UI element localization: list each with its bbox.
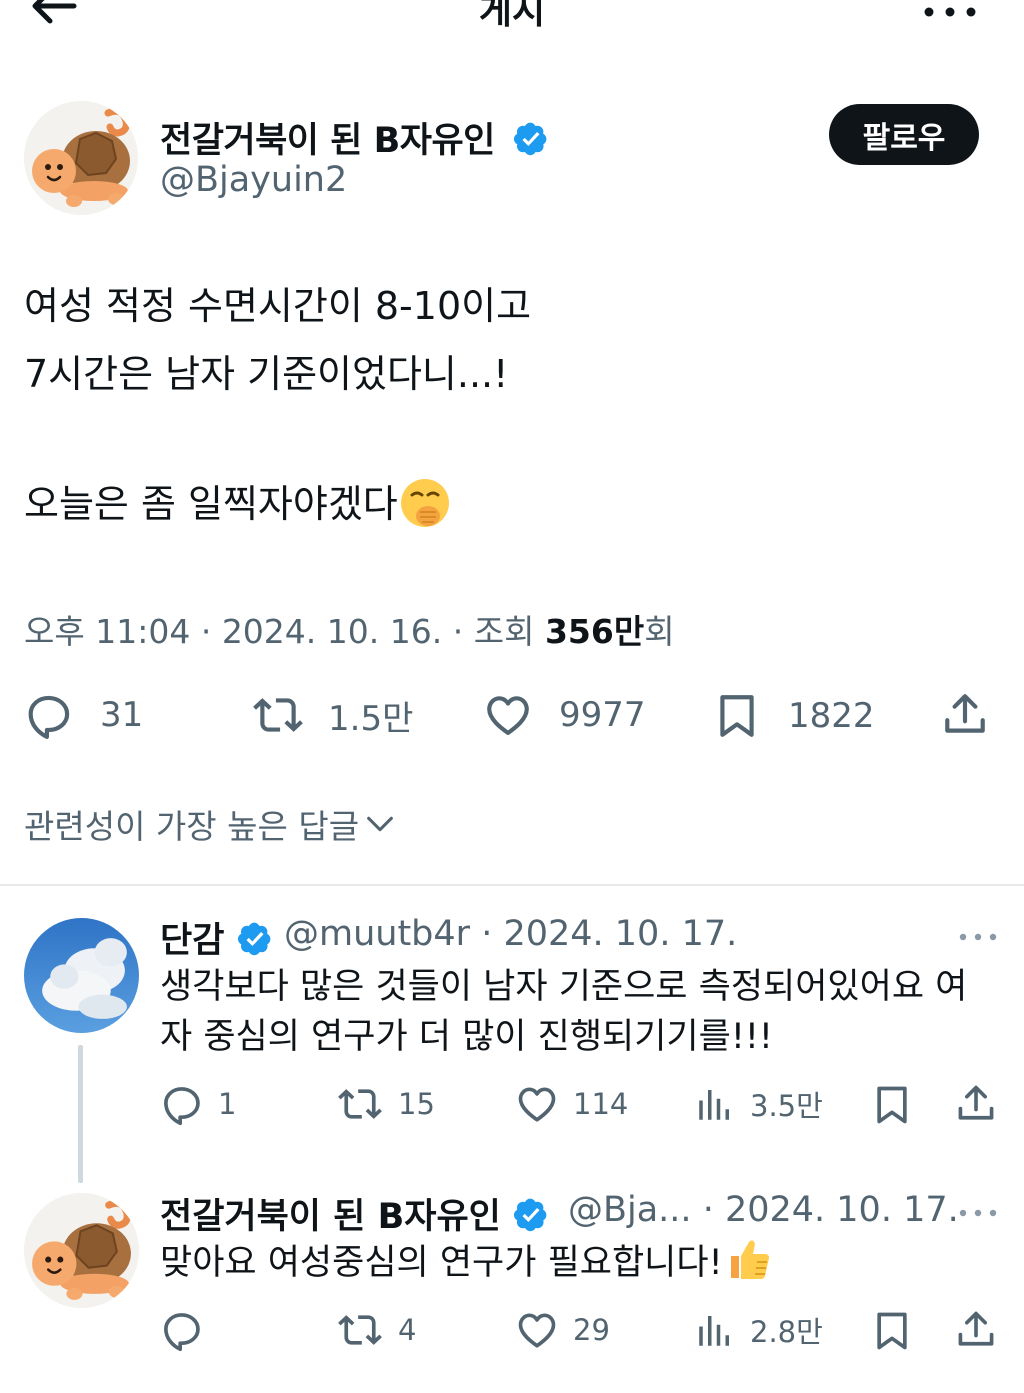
more-horizontal-icon[interactable]: [958, 1204, 998, 1216]
reply-sort-dropdown[interactable]: 관련성이 가장 높은 답글: [24, 800, 397, 848]
follow-button[interactable]: 팔로우: [829, 104, 979, 165]
reply-sort-label: 관련성이 가장 높은 답글: [24, 807, 360, 846]
reply-icon: [160, 1082, 204, 1126]
face-with-hand-over-mouth-emoji: [400, 478, 449, 527]
meta-sep: ·: [452, 612, 464, 651]
bookmark-button[interactable]: [870, 1308, 914, 1354]
post-date: 2024. 10. 16.: [221, 612, 443, 651]
author-handle[interactable]: @Bjayuin2: [160, 160, 347, 200]
like-button[interactable]: 29: [515, 1308, 610, 1352]
tweet-text-line-2: 7시간은 남자 기준이었다니...!: [24, 352, 509, 396]
reply-text-line-1: 생각보다 많은 것들이 남자 기준으로 측정되어있어요 여: [160, 967, 968, 1007]
reply-author-name-text: 전갈거북이 된 B자유인: [160, 1197, 501, 1237]
reply-icon: [24, 690, 74, 740]
reply-handle-date[interactable]: @muutb4r · 2024. 10. 17.: [284, 914, 737, 954]
repost-icon: [336, 1308, 384, 1352]
views-count: 3.5만: [750, 1089, 823, 1123]
reply-icon: [160, 1308, 204, 1352]
verified-badge-icon: [513, 121, 549, 157]
verified-badge-icon: [513, 1197, 549, 1233]
reply-author-name[interactable]: 전갈거북이 된 B자유인: [160, 1188, 549, 1239]
repost-button[interactable]: 1.5만: [250, 690, 413, 740]
bookmark-button[interactable]: [870, 1082, 914, 1128]
reply-avatar[interactable]: [24, 1193, 139, 1308]
reply-button[interactable]: [160, 1308, 218, 1352]
reply-button[interactable]: 31: [24, 690, 143, 740]
like-button[interactable]: 114: [515, 1082, 628, 1126]
divider: [0, 884, 1024, 886]
like-count: 29: [573, 1313, 610, 1347]
reply-avatar[interactable]: [24, 918, 139, 1033]
reply-date: · 2024. 10. 17.: [481, 914, 738, 954]
reply-date: · 2024. 10. 17.: [702, 1190, 959, 1230]
views-button[interactable]: 2.8만: [694, 1308, 823, 1352]
more-horizontal-icon[interactable]: [922, 2, 978, 22]
chevron-down-icon: [367, 816, 393, 832]
like-icon: [483, 690, 533, 740]
reply-button[interactable]: 1: [160, 1082, 236, 1126]
like-icon: [515, 1082, 559, 1126]
views-suffix: 회: [644, 612, 675, 651]
like-button[interactable]: 9977: [483, 690, 646, 740]
share-button[interactable]: [954, 1082, 998, 1126]
reply-author-name-text: 단감: [160, 921, 225, 961]
turtle-avatar-icon: [24, 1193, 139, 1308]
share-button[interactable]: [940, 690, 990, 740]
reply-handle-date[interactable]: @Bja... · 2024. 10. 17.: [568, 1190, 959, 1230]
repost-button[interactable]: 15: [336, 1082, 435, 1126]
views-button[interactable]: 3.5만: [694, 1082, 823, 1126]
verified-badge-icon: [237, 921, 273, 957]
like-count: 114: [573, 1087, 629, 1121]
repost-count: 4: [398, 1313, 417, 1347]
tweet-text-line-4: 오늘은 좀 일찍자야겠다: [24, 470, 452, 538]
repost-icon: [336, 1082, 384, 1126]
author-name[interactable]: 전갈거북이 된 B자유인: [160, 112, 549, 163]
top-bar: 게시: [0, 0, 1024, 60]
repost-icon: [250, 690, 306, 740]
bookmark-count: 1822: [788, 696, 875, 736]
thumbs-up-emoji: [730, 1240, 769, 1279]
repost-button[interactable]: 4: [336, 1308, 416, 1352]
avatar[interactable]: [24, 101, 138, 215]
share-button[interactable]: [954, 1308, 998, 1352]
turtle-avatar-icon: [24, 101, 138, 215]
thread-line: [78, 1045, 83, 1183]
cloud-avatar-icon: [24, 918, 139, 1033]
reply-text-line-1-text: 맞아요 여성중심의 연구가 필요합니다!: [160, 1243, 723, 1283]
bookmark-icon: [870, 1082, 914, 1128]
more-horizontal-icon[interactable]: [958, 928, 998, 940]
reply-handle: @muutb4r: [284, 914, 471, 954]
share-icon: [954, 1082, 998, 1126]
bookmark-icon: [712, 690, 762, 742]
reply-handle: @Bja...: [568, 1190, 692, 1230]
like-count: 9977: [559, 695, 646, 735]
views-icon: [694, 1082, 736, 1126]
repost-count: 1.5만: [328, 698, 414, 739]
tweet-text-line-1: 여성 적정 수면시간이 8-10이고: [24, 284, 532, 328]
meta-sep: ·: [200, 612, 212, 651]
post-meta: 오후 11:04 · 2024. 10. 16. · 조회 356만회: [24, 605, 675, 653]
tweet-text-line-4-text: 오늘은 좀 일찍자야겠다: [24, 482, 398, 526]
reply-text-line-2: 자 중심의 연구가 더 많이 진행되기기를!!!: [160, 1017, 773, 1057]
views-count: 2.8만: [750, 1315, 823, 1349]
reply-count: 31: [100, 695, 144, 735]
views-count: 356만: [544, 612, 645, 651]
like-icon: [515, 1308, 559, 1352]
repost-count: 15: [398, 1087, 435, 1121]
views-icon: [694, 1308, 736, 1352]
post-time: 오후 11:04: [24, 612, 191, 651]
reply-author-name[interactable]: 단감: [160, 912, 273, 963]
page-title: 게시: [478, 0, 546, 32]
bookmark-icon: [870, 1308, 914, 1354]
share-icon: [940, 690, 990, 740]
share-icon: [954, 1308, 998, 1352]
bookmark-button[interactable]: 1822: [712, 690, 875, 742]
reply-count: 1: [218, 1087, 237, 1121]
views-label: 조회: [473, 612, 535, 651]
author-name-text: 전갈거북이 된 B자유인: [160, 121, 495, 161]
reply-text-line-1: 맞아요 여성중심의 연구가 필요합니다!: [160, 1238, 773, 1288]
